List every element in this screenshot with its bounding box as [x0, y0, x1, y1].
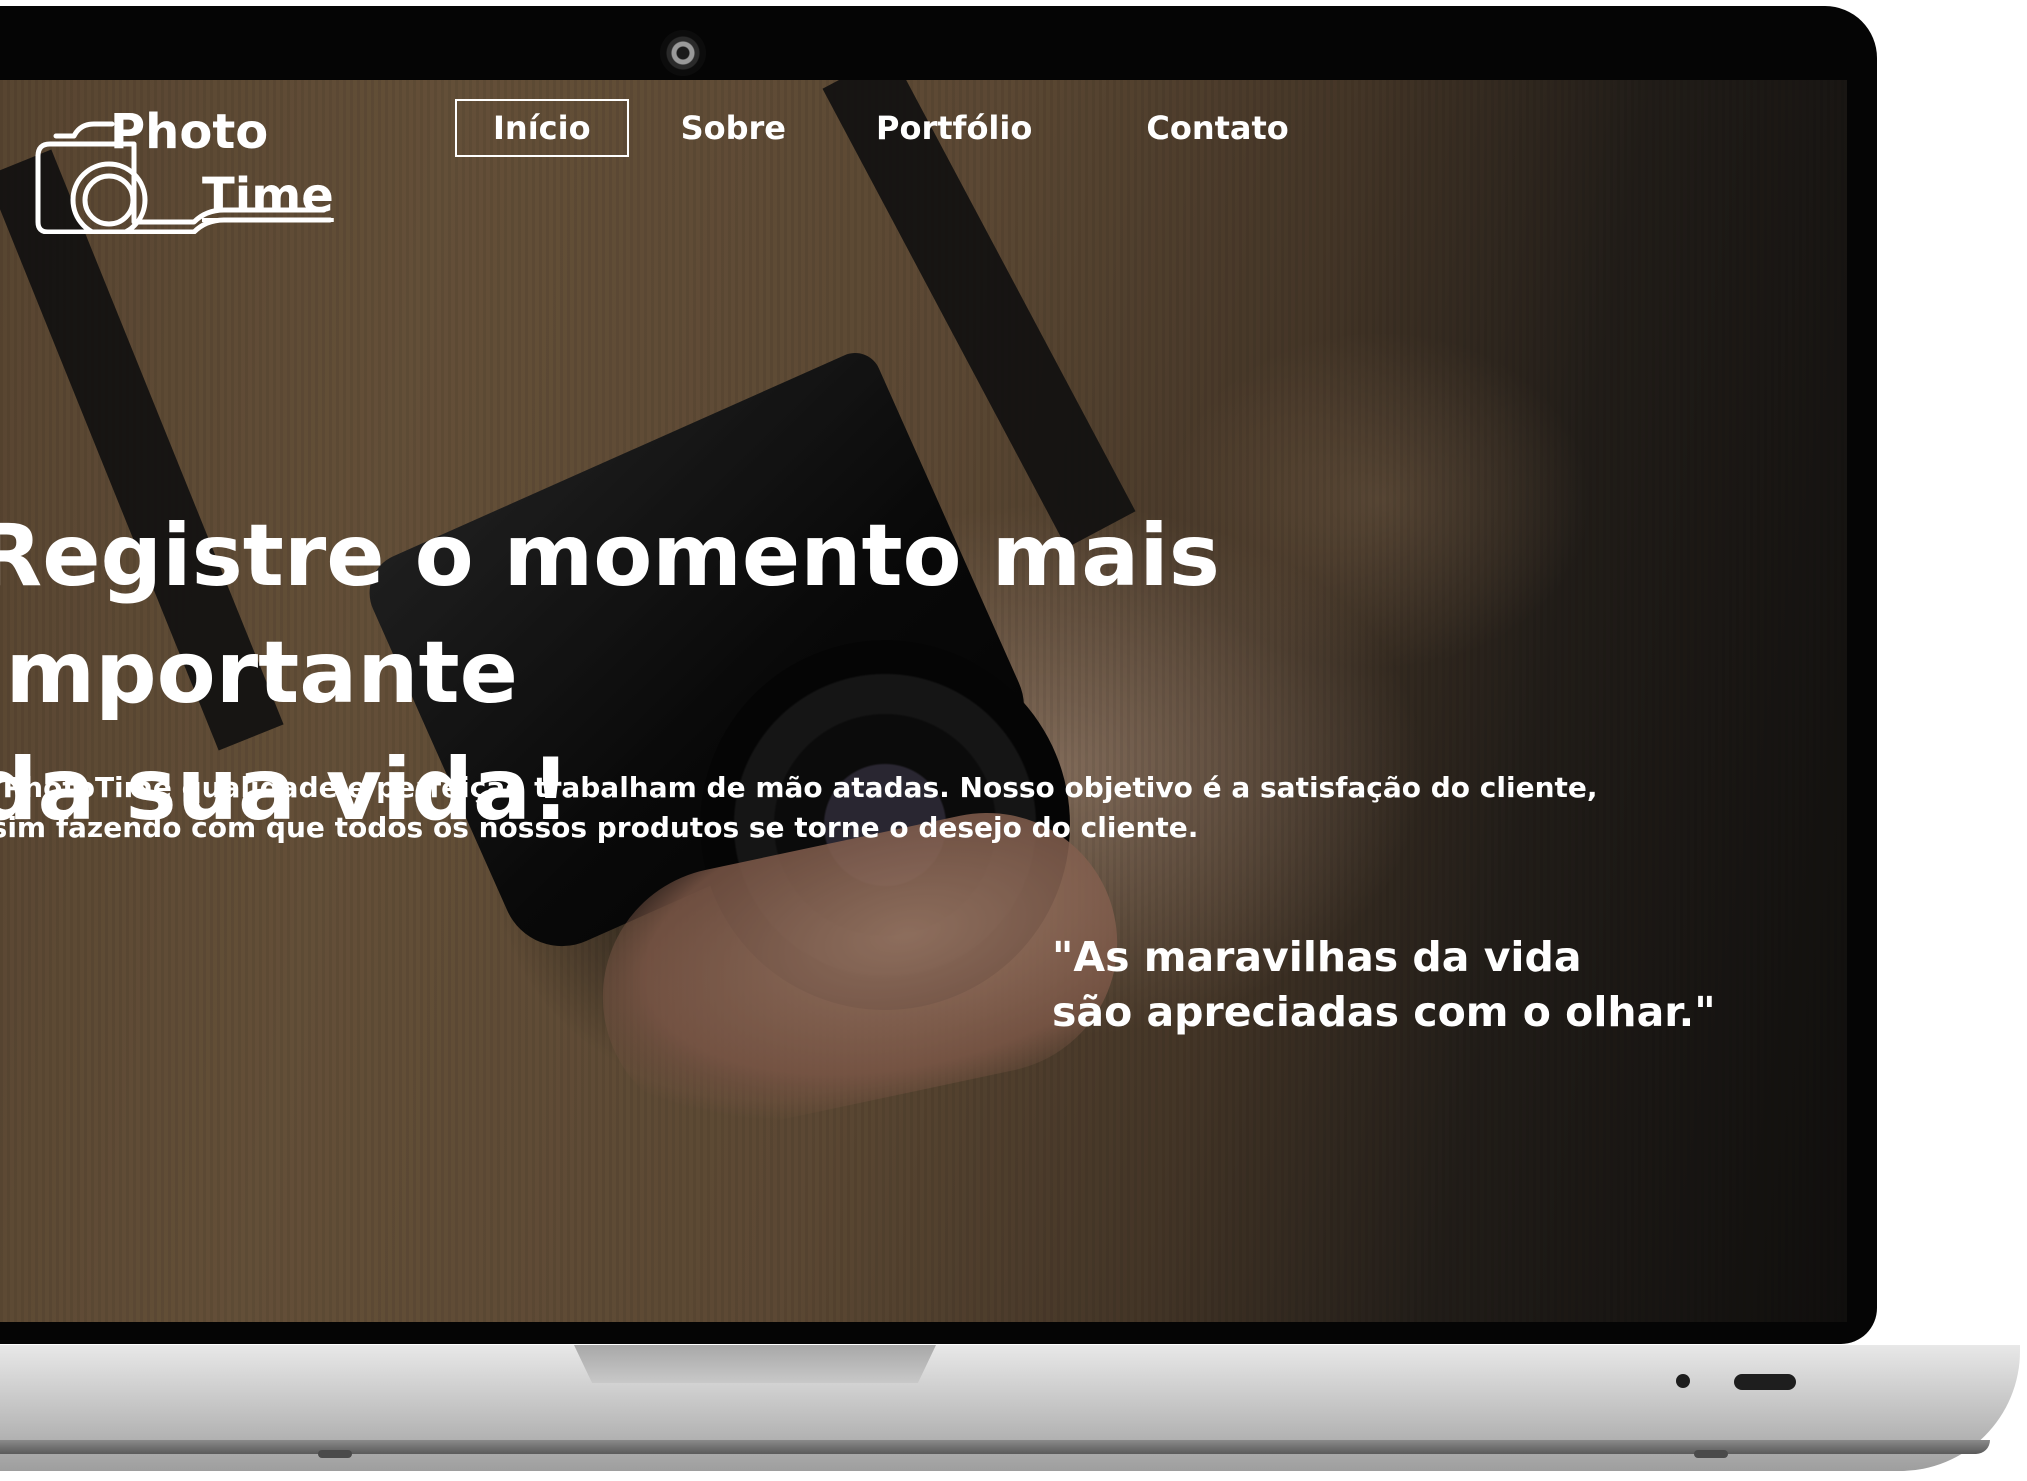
site-logo[interactable]: Photo Time	[34, 94, 334, 234]
hero-quote-line1: "As maravilhas da vida	[1052, 933, 1582, 981]
indicator-light-icon	[1676, 1374, 1690, 1388]
laptop-base-edge	[0, 1440, 1990, 1454]
webcam-icon	[660, 30, 706, 76]
nav-link-inicio[interactable]: Início	[455, 99, 629, 157]
hero-quote: "As maravilhas da vida são apreciadas co…	[1052, 930, 1716, 1040]
laptop-mockup: Photo Time Início Sobre Portfólio Contat…	[0, 0, 2027, 1481]
hero-intro: a PhotoTime qualidade e perfeição trabal…	[0, 768, 1774, 848]
website-screen: Photo Time Início Sobre Portfólio Contat…	[0, 80, 1847, 1322]
hero-intro-line1: a PhotoTime qualidade e perfeição trabal…	[0, 771, 1598, 804]
nav-link-contato[interactable]: Contato	[1108, 99, 1326, 157]
laptop-foot	[1694, 1450, 1728, 1458]
usb-port-icon	[1734, 1374, 1796, 1390]
nav-link-portfolio[interactable]: Portfólio	[838, 99, 1070, 157]
hero-intro-line2: ssim fazendo com que todos os nossos pro…	[0, 811, 1199, 844]
main-nav: Início Sobre Portfólio Contato	[455, 96, 1341, 160]
laptop-foot	[318, 1450, 352, 1458]
logo-text-time: Time	[202, 168, 334, 224]
hero-quote-line2: são apreciadas com o olhar."	[1052, 988, 1716, 1036]
nav-link-sobre[interactable]: Sobre	[643, 99, 824, 157]
laptop-opening-notch	[574, 1345, 936, 1383]
logo-text-photo: Photo	[110, 104, 269, 160]
hero-headline-line1: Registre o momento mais importante	[0, 506, 1220, 723]
